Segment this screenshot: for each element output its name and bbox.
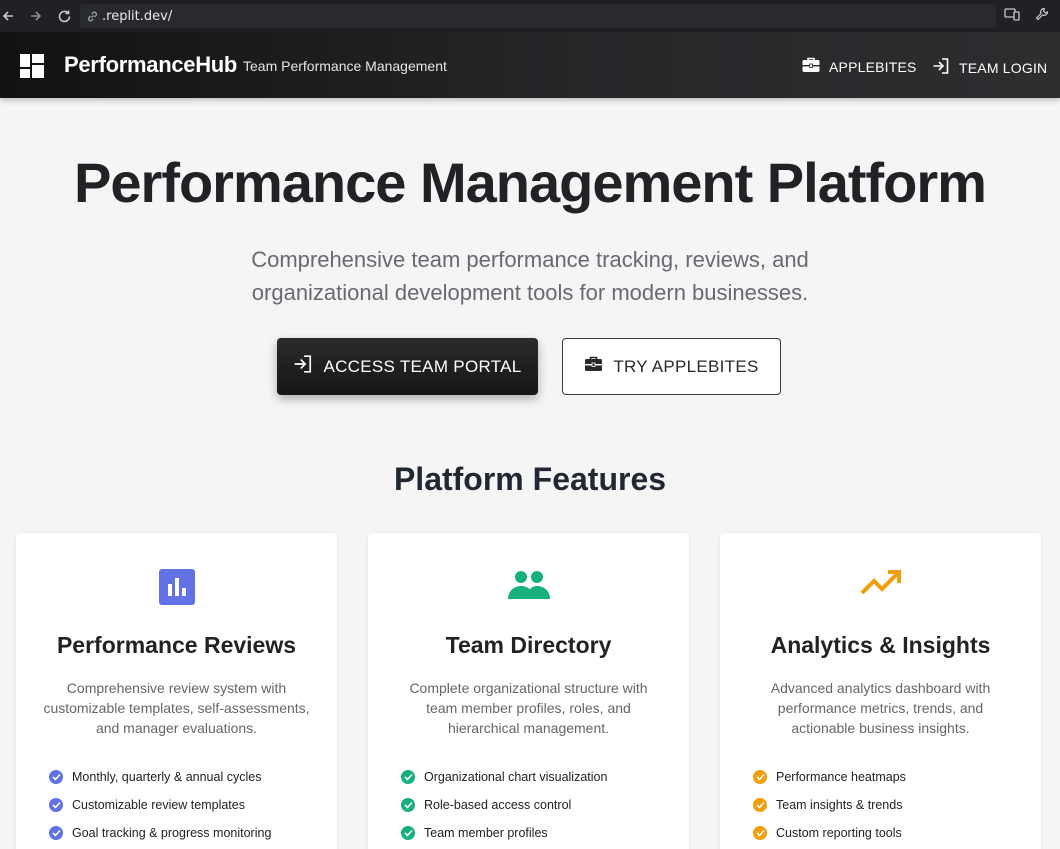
hero-subtitle-line-2: organizational development tools for mod… (251, 280, 809, 305)
login-icon (293, 354, 313, 379)
try-applebites-button[interactable]: TRY APPLEBITES (562, 338, 781, 395)
try-applebites-label: TRY APPLEBITES (613, 356, 759, 376)
dashboard-logo-icon[interactable] (20, 54, 44, 78)
list-item-label: Team member profiles (424, 826, 548, 840)
people-icon (506, 569, 552, 606)
list-item-label: Goal tracking & progress monitoring (72, 826, 272, 840)
link-icon (86, 10, 99, 23)
list-item: Monthly, quarterly & annual cycles (49, 763, 271, 791)
list-item-label: Team insights & trends (776, 798, 903, 812)
nav-team-login-label: TEAM LOGIN (959, 59, 1048, 76)
card-title: Performance Reviews (56, 632, 297, 658)
list-item-label: Monthly, quarterly & annual cycles (72, 770, 262, 784)
list-item: Custom reporting tools (753, 819, 906, 847)
nav-applebites-label: APPLEBITES (829, 58, 917, 75)
list-item-label: Customizable review templates (72, 798, 245, 812)
feature-list: Organizational chart visualization Role-… (401, 763, 607, 847)
list-item: Team insights & trends (753, 791, 906, 819)
features-section-title: Platform Features (393, 461, 667, 497)
hero-title: Performance Management Platform (74, 151, 987, 214)
check-circle-icon (49, 798, 63, 812)
list-item: Role-based access control (401, 791, 607, 819)
access-team-portal-label: ACCESS TEAM PORTAL (323, 356, 522, 376)
feature-list: Monthly, quarterly & annual cycles Custo… (49, 763, 271, 847)
access-team-portal-button[interactable]: ACCESS TEAM PORTAL (277, 338, 538, 395)
check-circle-icon (753, 826, 767, 840)
briefcase-icon (584, 356, 603, 377)
reload-icon[interactable] (52, 4, 76, 28)
wrench-icon[interactable] (1034, 6, 1050, 27)
forward-icon[interactable] (24, 4, 48, 28)
check-circle-icon (401, 826, 415, 840)
feature-card-team-directory: Team Directory Complete organizational s… (368, 533, 689, 849)
feature-card-analytics-insights: Analytics & Insights Advanced analytics … (720, 533, 1041, 849)
list-item: Performance heatmaps (753, 763, 906, 791)
card-title: Team Directory (445, 632, 612, 658)
card-description: Comprehensive review system with customi… (43, 680, 310, 736)
back-icon[interactable] (0, 4, 20, 28)
login-icon (932, 57, 950, 78)
list-item: Team member profiles (401, 819, 607, 847)
list-item: Goal tracking & progress monitoring (49, 819, 271, 847)
check-circle-icon (753, 770, 767, 784)
nav-team-login[interactable]: TEAM LOGIN (932, 57, 1047, 78)
list-item: Organizational chart visualization (401, 763, 607, 791)
list-item-label: Role-based access control (424, 798, 572, 812)
bar-chart-icon (158, 569, 195, 610)
check-circle-icon (401, 798, 415, 812)
hero-subtitle: Comprehensive team performance tracking,… (230, 243, 830, 309)
card-description: Complete organizational structure with t… (409, 680, 648, 736)
browser-toolbar: .replit.dev/ (0, 0, 1060, 32)
feature-list: Performance heatmaps Team insights & tre… (753, 763, 906, 847)
address-bar[interactable]: .replit.dev/ (80, 4, 996, 28)
check-circle-icon (753, 798, 767, 812)
devices-icon[interactable] (1004, 6, 1020, 27)
list-item-label: Organizational chart visualization (424, 770, 608, 784)
app-header: PerformanceHub Team Performance Manageme… (0, 32, 1060, 98)
nav-applebites[interactable]: APPLEBITES (802, 57, 917, 76)
list-item-label: Custom reporting tools (776, 826, 902, 840)
card-description: Advanced analytics dashboard with perfor… (770, 680, 991, 736)
check-circle-icon (49, 770, 63, 784)
card-title: Analytics & Insights (770, 632, 991, 658)
list-item-label: Performance heatmaps (776, 770, 906, 784)
brand-name[interactable]: PerformanceHub (64, 52, 237, 78)
check-circle-icon (401, 770, 415, 784)
trending-up-icon (860, 569, 902, 602)
list-item: Customizable review templates (49, 791, 271, 819)
url-text: .replit.dev/ (102, 8, 173, 24)
briefcase-icon (802, 57, 820, 76)
check-circle-icon (49, 826, 63, 840)
hero-subtitle-line-1: Comprehensive team performance tracking,… (251, 247, 809, 272)
brand-tagline: Team Performance Management (243, 58, 447, 74)
feature-card-performance-reviews: Performance Reviews Comprehensive review… (16, 533, 337, 849)
